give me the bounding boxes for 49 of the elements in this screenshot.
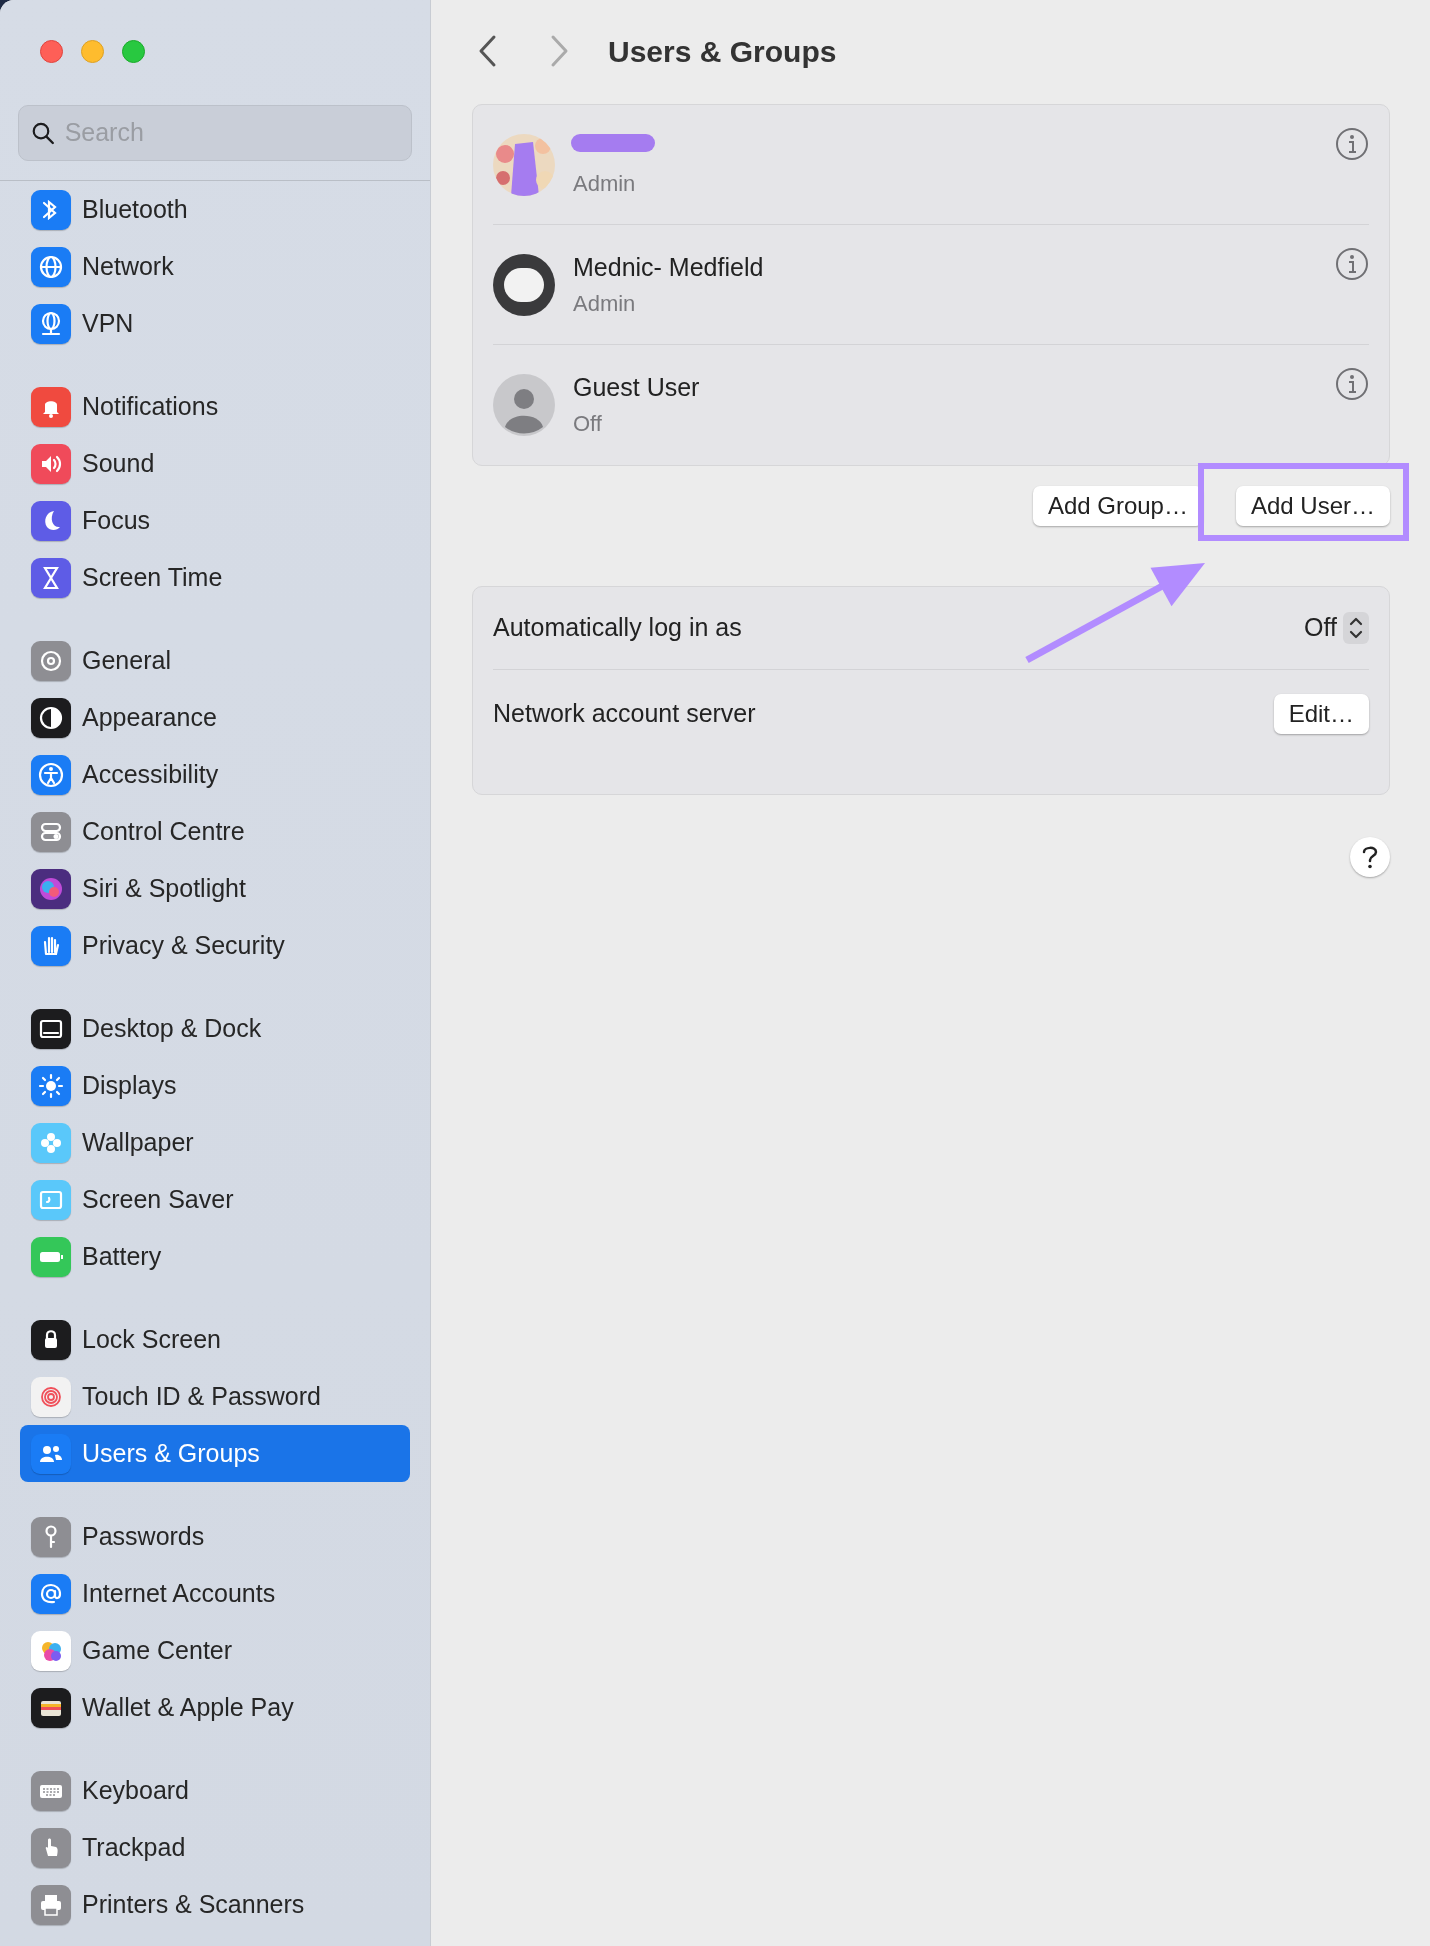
help-button[interactable] bbox=[1350, 837, 1390, 877]
user-role: Admin bbox=[573, 289, 637, 318]
info-button[interactable] bbox=[1335, 247, 1369, 281]
sidebar-item[interactable]: Bluetooth bbox=[20, 181, 410, 238]
sidebar-item[interactable]: Focus bbox=[20, 492, 410, 549]
info-button[interactable] bbox=[1335, 127, 1369, 161]
sidebar-item[interactable]: Battery bbox=[20, 1228, 410, 1285]
sidebar-item[interactable]: Control Centre bbox=[20, 803, 410, 860]
sidebar-item[interactable]: Game Center bbox=[20, 1622, 410, 1679]
sidebar-item[interactable]: Keyboard bbox=[20, 1762, 410, 1819]
user-role: Admin bbox=[573, 169, 637, 198]
sidebar-item[interactable]: Printers & Scanners bbox=[20, 1876, 410, 1933]
sidebar-item[interactable]: Screen Time bbox=[20, 549, 410, 606]
avatar bbox=[493, 374, 555, 436]
window-title: Users & Groups bbox=[608, 33, 837, 70]
sidebar-item[interactable]: Trackpad bbox=[20, 1819, 410, 1876]
sidebar-item[interactable]: Notifications bbox=[20, 378, 410, 435]
sidebar-item[interactable]: Desktop & Dock bbox=[20, 1000, 410, 1057]
sidebar-item[interactable]: Passwords bbox=[20, 1508, 410, 1565]
stepper-icon[interactable] bbox=[1343, 612, 1369, 644]
setting-label: Automatically log in as bbox=[493, 612, 742, 644]
sidebar-item[interactable]: Internet Accounts bbox=[20, 1565, 410, 1622]
info-button[interactable] bbox=[1335, 367, 1369, 401]
sidebar-item[interactable]: Appearance bbox=[20, 689, 410, 746]
user-name: Guest User bbox=[573, 372, 701, 402]
question-mark-icon bbox=[1362, 845, 1378, 869]
zoom-button[interactable] bbox=[122, 40, 145, 63]
sidebar-item[interactable]: Wallet & Apple Pay bbox=[20, 1679, 410, 1736]
sidebar-item[interactable]: Screen Saver bbox=[20, 1171, 410, 1228]
user-role: Off bbox=[573, 410, 603, 438]
add-user-button[interactable]: Add User… bbox=[1235, 486, 1390, 526]
sidebar-item[interactable]: Network bbox=[20, 238, 410, 295]
close-button[interactable] bbox=[40, 40, 63, 63]
edit-button[interactable]: Edit… bbox=[1273, 694, 1369, 734]
sidebar-item[interactable]: Sound bbox=[20, 435, 410, 492]
sidebar-item[interactable]: Users & Groups bbox=[20, 1425, 410, 1482]
sidebar-item[interactable]: Privacy & Security bbox=[20, 917, 410, 974]
sidebar-item[interactable]: Siri & Spotlight bbox=[20, 860, 410, 917]
sidebar-item[interactable]: VPN bbox=[20, 295, 410, 352]
sidebar-item[interactable]: Displays bbox=[20, 1057, 410, 1114]
sidebar-item[interactable]: General bbox=[20, 632, 410, 689]
search-icon bbox=[31, 120, 55, 146]
sidebar-item[interactable]: Touch ID & Password bbox=[20, 1368, 410, 1425]
user-name: Mednic- Medfield bbox=[573, 251, 765, 282]
sidebar-item[interactable]: Wallpaper bbox=[20, 1114, 410, 1171]
sidebar-item[interactable]: Accessibility bbox=[20, 746, 410, 803]
sidebar-item[interactable]: Lock Screen bbox=[20, 1311, 410, 1368]
setting-label: Network account server bbox=[493, 698, 756, 730]
popup-value[interactable]: Off bbox=[1304, 609, 1337, 647]
